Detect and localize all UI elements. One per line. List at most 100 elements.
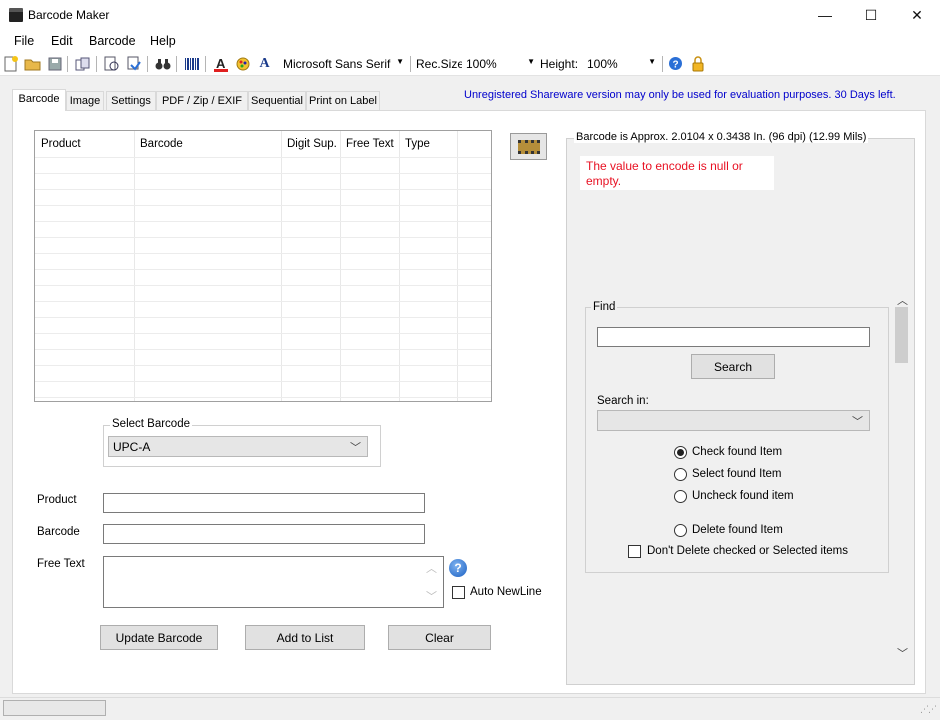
select-found-radio[interactable] [674, 468, 687, 481]
grid-row-line [35, 205, 491, 206]
find-binoculars-icon[interactable] [154, 55, 171, 72]
font-select[interactable]: Microsoft Sans Serif ▼ [279, 54, 407, 74]
title-bar: Barcode Maker — ☐ ✕ [0, 0, 940, 30]
radio-selected-dot [677, 449, 684, 456]
scroll-up-icon[interactable]: ︿ [426, 560, 437, 576]
svg-text:?: ? [673, 60, 679, 71]
barcode-type-select[interactable]: UPC-A ﹀ [108, 436, 368, 457]
lock-icon[interactable] [689, 55, 706, 72]
column-header-digit-sup[interactable]: Digit Sup. [287, 138, 337, 150]
free-text-label: Free Text [37, 558, 85, 570]
print-preview-icon[interactable] [103, 55, 120, 72]
svg-text:A: A [216, 56, 226, 71]
load-image-button[interactable] [510, 133, 547, 160]
app-icon [9, 8, 23, 22]
auto-newline-checkbox[interactable] [452, 586, 465, 599]
chevron-down-icon: ▼ [648, 57, 656, 66]
grid-column-divider [281, 131, 282, 401]
grid-column-divider [134, 131, 135, 401]
toolbar-separator [176, 56, 177, 72]
scroll-down-icon[interactable]: ﹀ [426, 588, 437, 604]
menu-help[interactable]: Help [150, 34, 176, 48]
find-legend: Find [591, 301, 618, 313]
clear-button[interactable]: Clear [388, 625, 491, 650]
uncheck-found-label: Uncheck found item [692, 490, 794, 502]
resize-grip-icon[interactable]: ⋰⋰ [920, 704, 937, 715]
barcode-error-message: The value to encode is null or empty. [580, 156, 774, 190]
column-header-barcode[interactable]: Barcode [140, 138, 183, 150]
check-found-radio[interactable] [674, 446, 687, 459]
tab-sequential[interactable]: Sequential [248, 91, 306, 110]
grid-column-divider [399, 131, 400, 401]
dont-delete-label: Don't Delete checked or Selected items [647, 545, 848, 557]
column-header-type[interactable]: Type [405, 138, 430, 150]
grid-row-line [35, 221, 491, 222]
product-input[interactable] [103, 493, 425, 513]
save-icon[interactable] [46, 55, 63, 72]
menu-file[interactable]: File [14, 34, 34, 48]
select-found-label: Select found Item [692, 468, 782, 480]
toolbar-separator [410, 56, 411, 72]
toolbar-separator [205, 56, 206, 72]
free-text-help-icon[interactable]: ? [449, 559, 467, 577]
chevron-down-icon: ▼ [527, 57, 535, 66]
tab-pdf-zip-exif[interactable]: PDF / Zip / EXIF [156, 91, 248, 110]
height-value: 100% [587, 57, 618, 71]
scroll-down-icon[interactable]: ﹀ [897, 645, 908, 661]
grid-column-divider [340, 131, 341, 401]
add-to-list-button[interactable]: Add to List [245, 625, 365, 650]
delete-found-radio[interactable] [674, 524, 687, 537]
barcode-list-grid[interactable]: Product Barcode Digit Sup. Free Text Typ… [34, 130, 492, 402]
toolbar-separator [147, 56, 148, 72]
tab-image[interactable]: Image [66, 91, 104, 110]
font-icon[interactable]: A [256, 55, 273, 72]
scroll-up-icon[interactable]: ︿ [897, 292, 908, 308]
tab-print-on-label[interactable]: Print on Label [306, 91, 380, 110]
help-icon[interactable]: ? [667, 55, 684, 72]
tab-barcode[interactable]: Barcode [12, 89, 66, 111]
column-header-free-text[interactable]: Free Text [346, 138, 394, 150]
barcode-input[interactable] [103, 524, 425, 544]
new-file-icon[interactable] [2, 55, 19, 72]
barcode-icon[interactable] [183, 55, 200, 72]
font-color-icon[interactable]: A [212, 55, 229, 72]
toolbar-separator [662, 56, 663, 72]
dont-delete-checkbox[interactable] [628, 545, 641, 558]
barcode-label: Barcode [37, 526, 80, 538]
minimize-button[interactable]: — [802, 0, 848, 30]
menu-edit[interactable]: Edit [51, 34, 73, 48]
scrollbar-thumb[interactable] [895, 307, 908, 363]
close-button[interactable]: ✕ [894, 0, 940, 30]
grid-row-line [35, 253, 491, 254]
update-barcode-button[interactable]: Update Barcode [100, 625, 218, 650]
column-header-product[interactable]: Product [41, 138, 81, 150]
menu-barcode[interactable]: Barcode [89, 34, 136, 48]
chevron-down-icon: ﹀ [350, 442, 361, 454]
rec-size-value: 100% [466, 57, 497, 71]
copy-icon[interactable] [74, 55, 91, 72]
search-in-select[interactable]: ﹀ [597, 410, 870, 431]
grid-row-line [35, 333, 491, 334]
free-text-area[interactable]: ︿ ﹀ [103, 556, 444, 608]
color-palette-icon[interactable] [234, 55, 251, 72]
tab-settings[interactable]: Settings [106, 91, 156, 110]
rec-size-label: Rec.Size [416, 57, 465, 71]
print-icon[interactable] [125, 55, 142, 72]
auto-newline-label: Auto NewLine [470, 586, 542, 598]
search-button[interactable]: Search [691, 354, 775, 379]
rec-size-select[interactable]: 100% ▼ [462, 54, 538, 74]
check-found-label: Check found Item [692, 446, 783, 458]
grid-row-line [35, 301, 491, 302]
toolbar-separator [96, 56, 97, 72]
window-title: Barcode Maker [28, 8, 110, 22]
barcode-size-info: Barcode is Approx. 2.0104 x 0.3438 In. (… [574, 131, 869, 143]
film-strip-icon [517, 139, 540, 154]
font-select-value: Microsoft Sans Serif [283, 57, 391, 71]
find-input[interactable] [597, 327, 870, 347]
maximize-button[interactable]: ☐ [848, 0, 894, 30]
height-select[interactable]: 100% ▼ [583, 54, 659, 74]
status-progress [3, 700, 106, 716]
uncheck-found-radio[interactable] [674, 490, 687, 503]
barcode-type-value: UPC-A [113, 440, 151, 454]
open-folder-icon[interactable] [24, 55, 41, 72]
